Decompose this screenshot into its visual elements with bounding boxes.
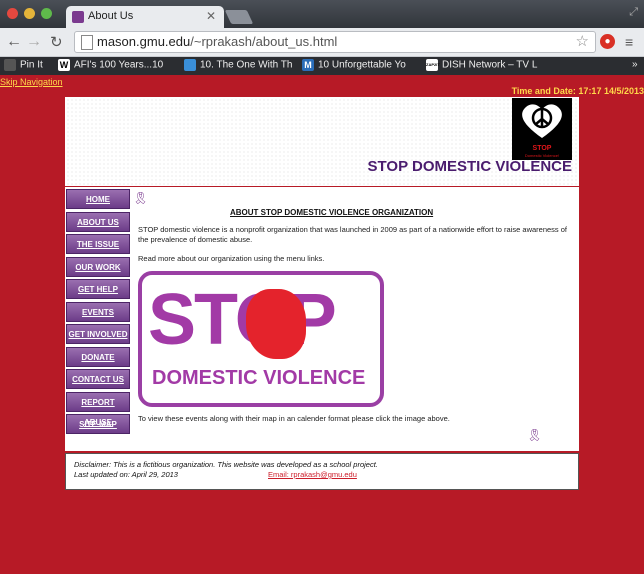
tab-about-us[interactable]: About Us ✕ — [66, 6, 224, 28]
forward-arrow-icon[interactable]: → — [26, 33, 42, 51]
bookmark-star-icon[interactable]: ☆ — [576, 32, 589, 50]
tab-strip: About Us ✕ ⤢ — [0, 0, 644, 28]
nav-the-issue[interactable]: THE ISSUE — [66, 234, 130, 254]
logo-stop-text: STOP — [532, 145, 552, 152]
intro-paragraph: STOP domestic violence is a nonprofit or… — [138, 225, 568, 244]
nav-home[interactable]: HOME — [66, 189, 130, 209]
nav-donate[interactable]: DONATE — [66, 346, 130, 367]
reload-icon[interactable]: ↻ — [50, 33, 63, 51]
nav-contact-us[interactable]: CONTACT US — [66, 369, 130, 389]
stop-domestic-violence-banner[interactable]: STOP DOMESTIC VIOLENCE — [138, 271, 384, 407]
stop-logo: STOP Domestic Violence! — [512, 98, 572, 160]
browser-toolbar: ← → ↻ mason.gmu.edu/~rprakash/about_us.h… — [0, 28, 644, 57]
email-link[interactable]: Email: rprakash@gmu.edu — [268, 470, 357, 479]
red-hand-icon — [246, 289, 306, 359]
banner-domestic-violence-text: DOMESTIC VIOLENCE — [152, 367, 366, 389]
new-tab-button[interactable] — [224, 10, 254, 24]
site-footer: Disclaimer: This is a fictitious organiz… — [65, 453, 579, 490]
extension-icon[interactable]: ● — [600, 34, 615, 49]
m-icon: M — [302, 59, 314, 71]
side-navigation: HOME ABOUT US THE ISSUE OUR WORK GET HEL… — [66, 189, 130, 437]
page-heading: ABOUT STOP DOMESTIC VIOLENCE ORGANIZATIO… — [230, 208, 434, 217]
bookmark-afi[interactable]: W AFI's 100 Years...10 — [58, 59, 163, 71]
menu-icon[interactable]: ≡ — [625, 34, 633, 50]
zap2it-icon: ZAP2IT — [426, 59, 440, 71]
address-bar[interactable]: mason.gmu.edu/~rprakash/about_us.html ☆ — [74, 31, 596, 53]
content-area: HOME ABOUT US THE ISSUE OUR WORK GET HEL… — [65, 187, 579, 451]
bookmarks-overflow-icon[interactable]: » — [632, 59, 638, 70]
back-arrow-icon[interactable]: ← — [6, 33, 22, 51]
bookmark-dish[interactable]: ZAP2IT DISH Network – TV L — [426, 59, 537, 71]
minimize-window-button[interactable] — [24, 8, 35, 19]
page-icon — [81, 35, 93, 50]
fullscreen-icon[interactable]: ⤢ — [629, 6, 638, 19]
url-text: mason.gmu.edu/~rprakash/about_us.html — [97, 34, 338, 49]
bookmarks-bar: Pin It W AFI's 100 Years...10 10. The One… — [0, 57, 644, 75]
banner-stop-text: STOP — [148, 280, 337, 360]
close-tab-icon[interactable]: ✕ — [206, 9, 216, 23]
nav-get-help[interactable]: GET HELP — [66, 279, 130, 299]
disclaimer-text: Disclaimer: This is a fictitious organiz… — [74, 460, 378, 469]
skip-navigation-link[interactable]: Skip Navigation — [0, 77, 63, 87]
heart-peace-icon — [522, 104, 562, 138]
site-title: STOP DOMESTIC VIOLENCE — [367, 158, 572, 175]
character-icon — [184, 59, 196, 71]
ribbon-icon: 🎗 — [133, 191, 149, 205]
nav-events[interactable]: EVENTS — [66, 301, 130, 322]
nav-our-work[interactable]: OUR WORK — [66, 256, 130, 277]
menu-hint-paragraph: Read more about our organization using t… — [138, 254, 325, 263]
pin-icon — [4, 59, 16, 71]
nav-site-map[interactable]: SITE MAP — [66, 414, 130, 434]
date-time-display: Time and Date: 17:17 14/5/2013 — [511, 86, 644, 96]
tab-title: About Us — [88, 10, 134, 22]
favicon-icon — [72, 11, 84, 23]
wikipedia-icon: W — [58, 59, 70, 71]
zoom-window-button[interactable] — [41, 8, 52, 19]
nav-about-us[interactable]: ABOUT US — [66, 211, 130, 232]
close-window-button[interactable] — [7, 8, 18, 19]
nav-get-involved[interactable]: GET INVOLVED — [66, 324, 130, 344]
bookmark-unforgettable[interactable]: M 10 Unforgettable Yo — [302, 59, 406, 71]
ribbon-icon: 🎗 — [527, 428, 543, 442]
bookmark-pin-it[interactable]: Pin It — [4, 59, 43, 71]
events-paragraph: To view these events along with their ma… — [138, 414, 450, 423]
nav-report-abuse[interactable]: REPORT ABUSE — [66, 391, 130, 427]
site-header: STOP Domestic Violence! STOP DOMESTIC VI… — [65, 97, 579, 186]
bookmark-the-one[interactable]: 10. The One With Th — [184, 59, 292, 71]
last-updated-text: Last updated on: April 29, 2013 — [74, 470, 178, 479]
